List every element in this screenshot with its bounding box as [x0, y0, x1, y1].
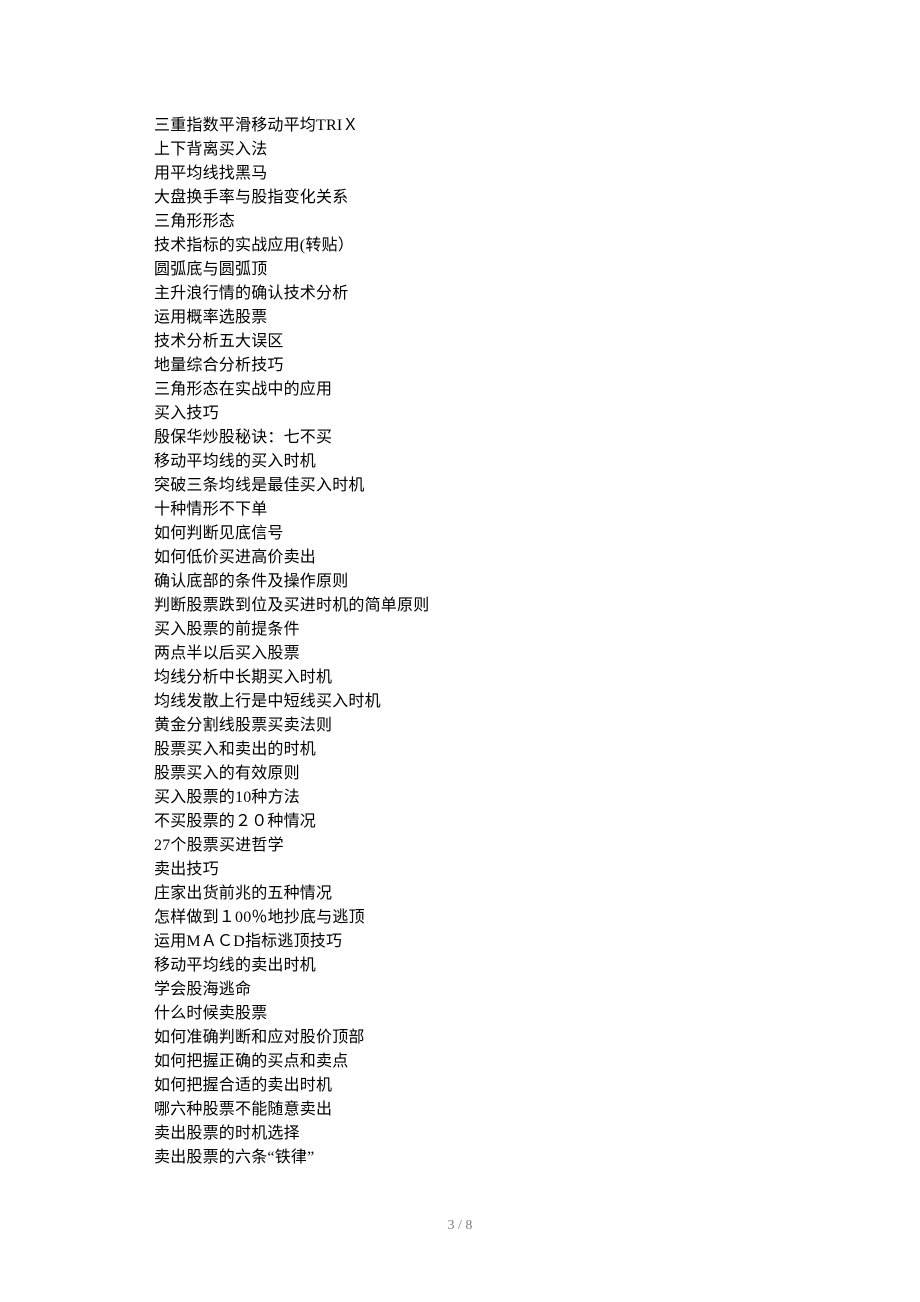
text-line: 殷保华炒股秘诀：七不买: [154, 426, 800, 450]
document-page: 三重指数平滑移动平均TRIＸ上下背离买入法用平均线找黑马大盘换手率与股指变化关系…: [0, 0, 920, 1302]
text-line: 卖出技巧: [154, 858, 800, 882]
text-line: 技术指标的实战应用(转贴）: [154, 234, 800, 258]
text-line: 如何低价买进高价卖出: [154, 546, 800, 570]
text-line: 上下背离买入法: [154, 138, 800, 162]
text-line: 地量综合分析技巧: [154, 354, 800, 378]
text-line: 移动平均线的卖出时机: [154, 954, 800, 978]
text-line: 圆弧底与圆弧顶: [154, 258, 800, 282]
text-line: 三角形态在实战中的应用: [154, 378, 800, 402]
text-line: 27个股票买进哲学: [154, 834, 800, 858]
text-line: 技术分析五大误区: [154, 330, 800, 354]
text-line: 买入股票的10种方法: [154, 786, 800, 810]
text-line: 庄家出货前兆的五种情况: [154, 882, 800, 906]
text-line: 不买股票的２０种情况: [154, 810, 800, 834]
text-line: 突破三条均线是最佳买入时机: [154, 474, 800, 498]
document-body: 三重指数平滑移动平均TRIＸ上下背离买入法用平均线找黑马大盘换手率与股指变化关系…: [154, 114, 800, 1170]
text-line: 移动平均线的买入时机: [154, 450, 800, 474]
text-line: 三重指数平滑移动平均TRIＸ: [154, 114, 800, 138]
text-line: 均线分析中长期买入时机: [154, 666, 800, 690]
text-line: 两点半以后买入股票: [154, 642, 800, 666]
text-line: 卖出股票的时机选择: [154, 1122, 800, 1146]
text-line: 什么时候卖股票: [154, 1002, 800, 1026]
text-line: 怎样做到１00％地抄底与逃顶: [154, 906, 800, 930]
text-line: 运用MＡＣD指标逃顶技巧: [154, 930, 800, 954]
text-line: 均线发散上行是中短线买入时机: [154, 690, 800, 714]
page-number: 3 / 8: [0, 1218, 920, 1234]
text-line: 如何判断见底信号: [154, 522, 800, 546]
text-line: 黄金分割线股票买卖法则: [154, 714, 800, 738]
text-line: 如何把握合适的卖出时机: [154, 1074, 800, 1098]
text-line: 主升浪行情的确认技术分析: [154, 282, 800, 306]
text-line: 买入技巧: [154, 402, 800, 426]
text-line: 股票买入和卖出的时机: [154, 738, 800, 762]
text-line: 运用概率选股票: [154, 306, 800, 330]
text-line: 判断股票跌到位及买进时机的简单原则: [154, 594, 800, 618]
text-line: 大盘换手率与股指变化关系: [154, 186, 800, 210]
text-line: 学会股海逃命: [154, 978, 800, 1002]
text-line: 哪六种股票不能随意卖出: [154, 1098, 800, 1122]
text-line: 三角形形态: [154, 210, 800, 234]
text-line: 十种情形不下单: [154, 498, 800, 522]
text-line: 用平均线找黑马: [154, 162, 800, 186]
text-line: 买入股票的前提条件: [154, 618, 800, 642]
text-line: 确认底部的条件及操作原则: [154, 570, 800, 594]
text-line: 股票买入的有效原则: [154, 762, 800, 786]
text-line: 如何把握正确的买点和卖点: [154, 1050, 800, 1074]
text-line: 卖出股票的六条“铁律”: [154, 1146, 800, 1170]
text-line: 如何准确判断和应对股价顶部: [154, 1026, 800, 1050]
